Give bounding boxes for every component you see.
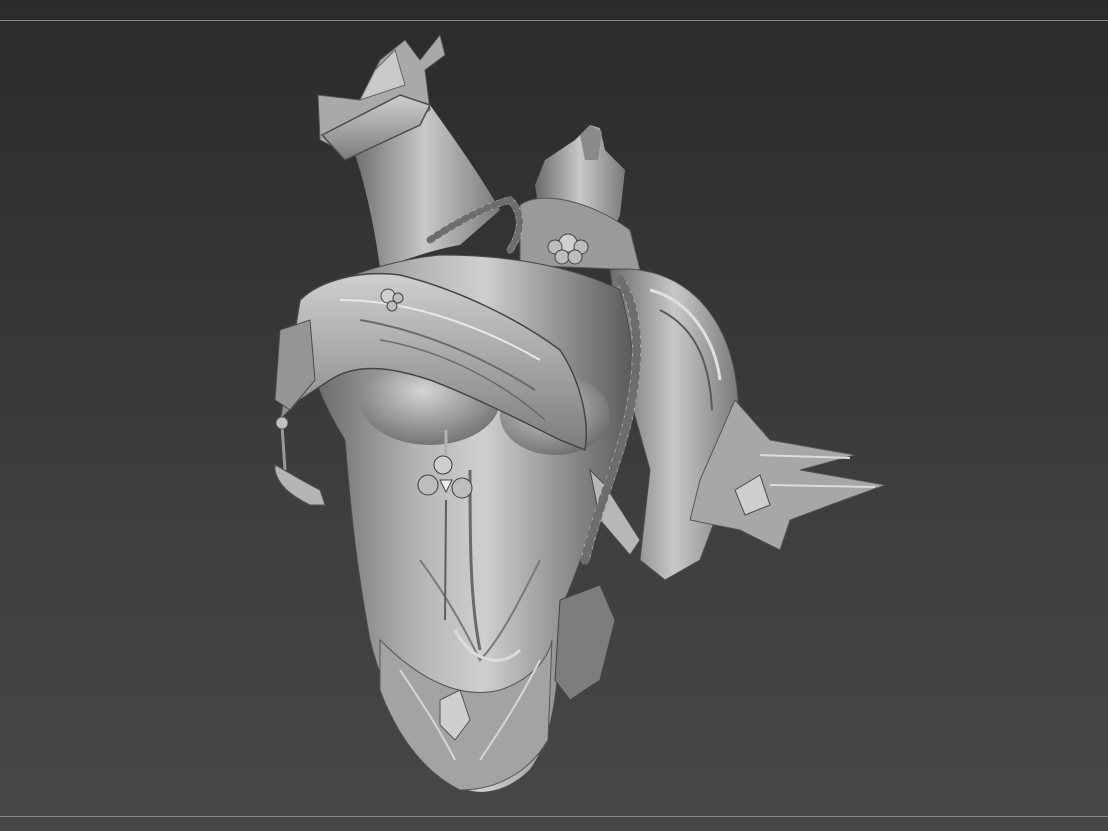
left-arm (317, 33, 500, 268)
sculpt-model[interactable] (0, 0, 1108, 831)
right-arm (609, 268, 887, 581)
canvas-viewport[interactable] (0, 0, 1108, 831)
left-tassel (274, 416, 326, 506)
